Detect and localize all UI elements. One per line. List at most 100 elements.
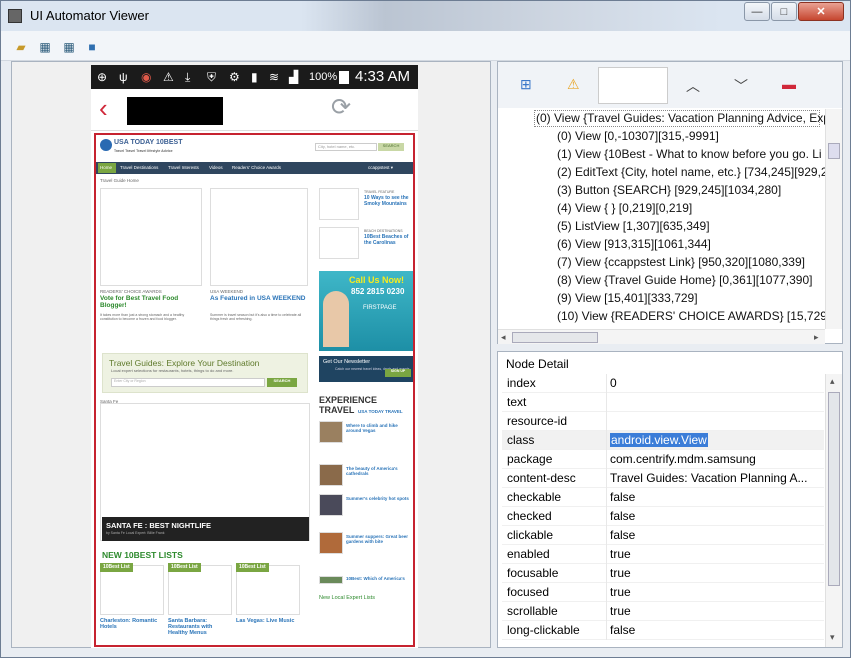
open-icon[interactable]: ▰: [13, 39, 29, 55]
tree-node[interactable]: (2) EditText {City, hotel name, etc.} [7…: [557, 165, 828, 179]
property-row[interactable]: clickable false: [502, 526, 824, 545]
santafe-caption[interactable]: SANTA FE : BEST NIGHTLIFE by Santa Fe Lo…: [102, 517, 309, 541]
property-value[interactable]: false: [610, 490, 815, 504]
exp-item-4[interactable]: Summer suppers: Great beer gardens with …: [346, 534, 412, 544]
card-title-3[interactable]: Las Vegas: Live Music: [236, 618, 300, 624]
card-image-3[interactable]: [236, 565, 300, 615]
screenshot-pane[interactable]: ⊕ ψ ◉ ⚠ ⤓ ⛨ ⚙ ▮ ≋ ▟ 100% 4:33 AM ‹ ⟳ USA…: [11, 61, 491, 648]
nav-destinations[interactable]: Travel Destinations: [120, 165, 158, 170]
card-title-2[interactable]: Santa Barbara: Restaurants with Healthy …: [168, 618, 232, 636]
tree-node[interactable]: (3) Button {SEARCH} [929,245][1034,280]: [557, 183, 781, 197]
property-row-selected[interactable]: class android.view.View: [502, 431, 824, 450]
breadcrumb[interactable]: Travel Guide Home: [100, 178, 139, 183]
scroll-up-icon[interactable]: ▴: [830, 376, 835, 387]
property-row[interactable]: focusable true: [502, 564, 824, 583]
property-row[interactable]: text: [502, 393, 824, 412]
tree-node[interactable]: (0) View [0,-10307][315,-9991]: [557, 129, 719, 143]
signup-button[interactable]: SIGN UP: [385, 369, 411, 377]
warning-icon[interactable]: ⚠: [567, 76, 580, 93]
close-button[interactable]: ✕: [798, 2, 844, 21]
scroll-thumb[interactable]: [828, 143, 840, 159]
card-image-2[interactable]: [168, 565, 232, 615]
awards-title[interactable]: Vote for Best Travel Food Blogger!: [100, 295, 200, 309]
property-value[interactable]: com.centrify.mdm.samsung: [610, 452, 815, 466]
property-value-selected[interactable]: android.view.View: [610, 433, 708, 447]
tree-node[interactable]: (6) View [913,315][1061,344]: [557, 237, 711, 251]
device-screenshot[interactable]: ⊕ ψ ◉ ⚠ ⤓ ⛨ ⚙ ▮ ≋ ▟ 100% 4:33 AM ‹ ⟳ USA…: [91, 65, 418, 648]
property-row[interactable]: checkable false: [502, 488, 824, 507]
explore-search-button[interactable]: SEARCH: [267, 378, 297, 387]
ad-banner[interactable]: Call Us Now! 852 2815 0230 FIRSTPAGE: [319, 271, 413, 351]
scroll-thumb[interactable]: [828, 392, 840, 586]
title-bar[interactable]: UI Automator Viewer — □ ✕: [1, 1, 850, 31]
tree-node[interactable]: (8) View {Travel Guide Home} [0,361][107…: [557, 273, 813, 287]
exp-item-3[interactable]: Summer's celebrity hot spots: [346, 496, 412, 501]
nav-home[interactable]: Home: [100, 165, 112, 170]
property-row[interactable]: index 0: [502, 374, 824, 393]
site-search-input[interactable]: City, hotel name, etc.: [315, 143, 377, 151]
awards-image[interactable]: [100, 188, 202, 286]
scroll-thumb[interactable]: [512, 332, 598, 343]
property-value[interactable]: true: [610, 547, 815, 561]
scroll-left-icon[interactable]: ◂: [501, 332, 506, 343]
exp-thumb-1[interactable]: [319, 421, 343, 443]
weekend-image[interactable]: [210, 188, 308, 286]
node-tree[interactable]: (0) View {Travel Guides: Vacation Planni…: [498, 109, 842, 329]
weekend-title[interactable]: As Featured in USA WEEKEND: [210, 295, 308, 302]
nav-interests[interactable]: Travel Interests: [168, 165, 199, 170]
property-value[interactable]: false: [610, 509, 815, 523]
property-value[interactable]: Travel Guides: Vacation Planning A...: [610, 471, 815, 485]
remove-icon[interactable]: ▬: [782, 76, 796, 92]
property-value[interactable]: true: [610, 585, 815, 599]
maximize-button[interactable]: □: [771, 2, 797, 21]
whats-hot-link[interactable]: 10Best: Which of America's: [346, 576, 412, 581]
nav-videos[interactable]: Videos: [209, 165, 223, 170]
tree-vertical-scrollbar[interactable]: [825, 109, 842, 329]
expand-all-icon[interactable]: ⊞: [520, 76, 532, 93]
explore-input[interactable]: Enter City or Region: [111, 378, 265, 387]
side1-title[interactable]: 10 Ways to see the Smoky Mountains: [364, 195, 412, 207]
tree-node[interactable]: (1) View {10Best - What to know before y…: [557, 147, 822, 161]
property-row[interactable]: focused true: [502, 583, 824, 602]
newsletter-banner[interactable]: Get Our Newsletter Catch our newest trav…: [319, 356, 413, 382]
property-value[interactable]: true: [610, 566, 815, 580]
property-value[interactable]: false: [610, 528, 815, 542]
nav-readers-choice[interactable]: Readers' Choice Awards: [232, 165, 281, 170]
scroll-right-icon[interactable]: ▸: [814, 332, 819, 343]
exp-thumb-4[interactable]: [319, 532, 343, 554]
property-value[interactable]: false: [610, 623, 815, 637]
property-row[interactable]: package com.centrify.mdm.samsung: [502, 450, 824, 469]
chevron-up-icon[interactable]: ︿: [686, 76, 700, 96]
property-row[interactable]: checked false: [502, 507, 824, 526]
search-field[interactable]: [598, 67, 668, 104]
exp-item-1[interactable]: Where to climb and hike around Vegas: [346, 423, 412, 433]
device-screenshot-icon[interactable]: ▦: [37, 39, 53, 55]
site-search-button[interactable]: SEARCH: [378, 143, 404, 151]
minimize-button[interactable]: —: [744, 2, 770, 21]
card-image-1[interactable]: [100, 565, 164, 615]
tree-node[interactable]: (9) View [15,401][333,729]: [557, 291, 698, 305]
detail-vertical-scrollbar[interactable]: ▴ ▾: [825, 374, 842, 647]
property-row[interactable]: resource-id: [502, 412, 824, 431]
back-chevron-icon[interactable]: ‹: [99, 93, 108, 124]
property-value[interactable]: true: [610, 604, 815, 618]
tree-node[interactable]: (0) View {Travel Guides: Vacation Planni…: [536, 111, 830, 125]
device-screenshot-compressed-icon[interactable]: ▦: [61, 39, 77, 55]
reload-icon[interactable]: ⟳: [331, 93, 351, 122]
tree-node[interactable]: (10) View {READERS' CHOICE AWARDS} [15,7…: [557, 309, 840, 323]
tree-node[interactable]: (4) View { } [0,219][0,219]: [557, 201, 692, 215]
chevron-down-icon[interactable]: ﹀: [734, 76, 748, 96]
property-row[interactable]: long-clickable false: [502, 621, 824, 640]
side1-image[interactable]: [319, 188, 359, 220]
selected-webview[interactable]: USA TODAY 10BEST Travel Travel Travel lif…: [94, 133, 415, 647]
tree-node[interactable]: (5) ListView [1,307][635,349]: [557, 219, 710, 233]
exp-thumb-3[interactable]: [319, 494, 343, 516]
property-row[interactable]: enabled true: [502, 545, 824, 564]
tree-node[interactable]: (7) View {ccappstest Link} [950,320][108…: [557, 255, 805, 269]
exp-thumb-2[interactable]: [319, 464, 343, 486]
card-title-1[interactable]: Charleston: Romantic Hotels: [100, 618, 164, 630]
side2-title[interactable]: 10Best Beaches of the Carolinas: [364, 234, 412, 246]
save-icon[interactable]: ■: [84, 39, 100, 55]
exp-thumb-5[interactable]: [319, 576, 343, 584]
exp-item-2[interactable]: The beauty of America's cathedrals: [346, 466, 412, 476]
